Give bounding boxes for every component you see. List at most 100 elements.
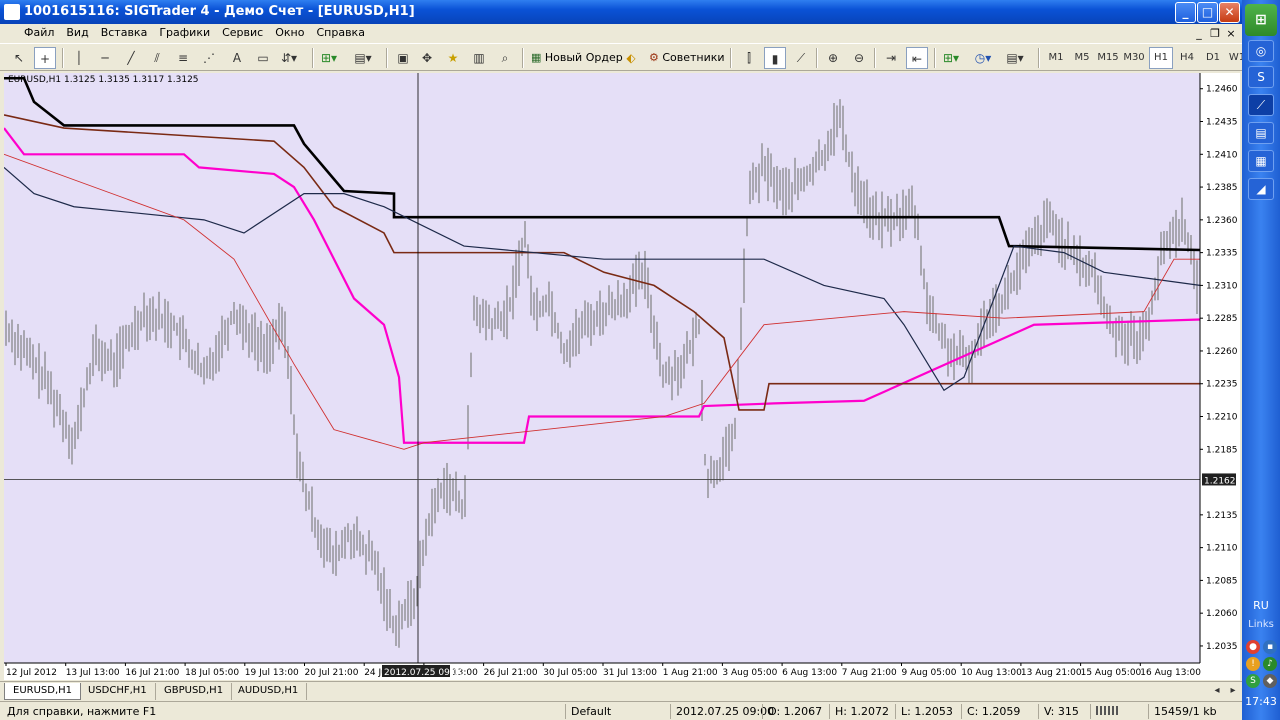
menu-bar: Файл Вид Вставка Графики Сервис Окно Справка _…	[0, 24, 1242, 43]
tab-gbpusd[interactable]: GBPUSD,H1	[156, 683, 233, 700]
x-tick-label: 15 Aug 05:00	[1081, 668, 1142, 678]
chart-tabs: EURUSD,H1 USDCHF,H1 GBPUSD,H1 AUDUSD,H1 …	[0, 681, 1242, 700]
tray-network-icon[interactable]: ▪	[1263, 640, 1277, 654]
mdi-restore-button[interactable]: ❐	[1208, 27, 1222, 40]
app-icon-2[interactable]: ▤	[1248, 122, 1274, 144]
fibonacci-icon[interactable]: ≡	[172, 47, 194, 69]
label-tool-icon[interactable]: ▭	[252, 47, 274, 69]
menu-window[interactable]: Окно	[269, 24, 310, 41]
app-icon-3[interactable]: ◢	[1248, 178, 1274, 200]
toolbar: ↖ + │ ─ ╱ ⫽ ≡ ⋰ A ▭ ⇵▾ ⊞▾ ▤▾ ▣ ✥ ★ ▥ ⌕ ▦…	[0, 43, 1245, 71]
status-low: L: 1.2053	[895, 704, 953, 719]
periods-icon[interactable]: ◷▾	[972, 47, 994, 69]
menu-help[interactable]: Справка	[310, 24, 370, 41]
links-toolbar[interactable]: Links	[1242, 619, 1280, 630]
x-tick-label: 1 Aug 21:00	[663, 668, 718, 678]
notes-icon[interactable]: ▦	[1248, 150, 1274, 172]
tray-skype-icon[interactable]: S	[1246, 674, 1260, 688]
crosshair-icon[interactable]: +	[34, 47, 56, 69]
x-tick-label: 10 Aug 13:00	[961, 668, 1022, 678]
chrome-icon[interactable]: ◎	[1248, 40, 1274, 62]
terminal-icon[interactable]: ▥	[468, 47, 490, 69]
status-high: H: 1.2072	[829, 704, 889, 719]
tf-m5[interactable]: M5	[1070, 47, 1094, 69]
equidistant-icon[interactable]: ⋰	[198, 47, 220, 69]
y-tick-label: 1.2060	[1206, 609, 1238, 619]
taskbar-clock[interactable]: 17:43	[1242, 695, 1280, 708]
connection-icon	[1090, 704, 1122, 719]
chart-header: EURUSD,H1 1.3125 1.3135 1.3117 1.3125	[8, 75, 199, 85]
tf-h4[interactable]: H4	[1175, 47, 1199, 69]
tf-m30[interactable]: M30	[1122, 47, 1146, 69]
new-order-button[interactable]: ▦ Новый Ордер	[528, 47, 626, 69]
profiles-icon[interactable]: ▤▾	[352, 47, 374, 69]
mdi-minimize-button[interactable]: _	[1192, 27, 1206, 40]
mdi-close-button[interactable]: ×	[1224, 27, 1238, 40]
indicators-icon[interactable]: ⊞▾	[940, 47, 962, 69]
y-tick-label: 1.2110	[1206, 544, 1238, 554]
cursor-icon[interactable]: ↖	[8, 47, 30, 69]
tf-m1[interactable]: M1	[1044, 47, 1068, 69]
x-tick-label: 7 Aug 21:00	[842, 668, 897, 678]
bar-chart-icon[interactable]: ⫿	[738, 47, 760, 69]
zoom-out-icon[interactable]: ⊖	[848, 47, 870, 69]
templates-icon[interactable]: ▤▾	[1004, 47, 1026, 69]
y-tick-label: 1.2085	[1206, 576, 1238, 586]
y-tick-label: 1.2435	[1206, 118, 1238, 128]
menu-file[interactable]: Файл	[0, 24, 60, 41]
candle-chart-icon[interactable]: ▮	[764, 47, 786, 69]
tab-scroll-right-icon[interactable]: ▸	[1222, 680, 1244, 702]
tray-update-icon[interactable]: !	[1246, 657, 1260, 671]
text-tool-icon[interactable]: A	[226, 47, 248, 69]
experts-button[interactable]: ⚙ Советники	[646, 47, 728, 69]
navigator-icon[interactable]: ✥	[416, 47, 438, 69]
arrows-icon[interactable]: ⇵▾	[278, 47, 300, 69]
minimize-button[interactable]: _	[1175, 2, 1196, 23]
x-tick-label: 9 Aug 05:00	[902, 668, 957, 678]
tf-h1[interactable]: H1	[1149, 47, 1173, 69]
auto-scroll-icon[interactable]: ⇥	[880, 47, 902, 69]
tab-audusd[interactable]: AUDUSD,H1	[230, 683, 308, 700]
strategy-tester-icon[interactable]: ⌕	[494, 47, 516, 69]
chart-shift-icon[interactable]: ⇤	[906, 47, 928, 69]
status-open: O: 1.2067	[762, 704, 822, 719]
experts-icon: ⚙	[649, 51, 663, 64]
crosshair-time-label: 2012.07.25 09:00	[384, 668, 465, 678]
windows-taskbar: ⊞ ◎ S ⟋ ▤ ▦ ◢ RU Links ● ▪ ! ♪ S ◆ 17:43	[1242, 0, 1280, 720]
new-chart-icon[interactable]: ⊞▾	[318, 47, 340, 69]
menu-insert[interactable]: Вставка	[95, 24, 154, 41]
menu-view[interactable]: Вид	[60, 24, 94, 41]
y-tick-label: 1.2335	[1206, 249, 1238, 259]
metatrader-icon[interactable]: ⟋	[1248, 94, 1274, 116]
language-indicator[interactable]: RU	[1242, 599, 1280, 612]
price-chart[interactable]: 1.2460 1.2435 1.2410 1.2385 1.2360 1.2335 1.23…	[4, 73, 1240, 680]
x-tick-label: 31 Jul 13:00	[603, 668, 657, 678]
tray-misc-icon[interactable]: ◆	[1263, 674, 1277, 688]
tab-eurusd[interactable]: EURUSD,H1	[4, 683, 82, 700]
line-chart-icon[interactable]: ⟋	[790, 47, 812, 69]
vertical-line-icon[interactable]: │	[68, 47, 90, 69]
menu-tools[interactable]: Сервис	[216, 24, 269, 41]
tray-antivirus-icon[interactable]: ●	[1246, 640, 1260, 654]
tab-usdchf[interactable]: USDCHF,H1	[80, 683, 156, 700]
horizontal-line-icon[interactable]: ─	[94, 47, 116, 69]
channel-icon[interactable]: ⫽	[146, 47, 168, 69]
tray-volume-icon[interactable]: ♪	[1263, 657, 1277, 671]
maximize-button[interactable]: □	[1197, 2, 1218, 23]
y-tick-label: 1.2460	[1206, 85, 1238, 95]
status-volume: V: 315	[1038, 704, 1079, 719]
tf-m15[interactable]: M15	[1096, 47, 1120, 69]
profile-name: Default	[565, 704, 611, 719]
autotrading-icon[interactable]: ⬖	[620, 47, 642, 69]
close-button[interactable]: ✕	[1219, 2, 1240, 23]
start-button[interactable]: ⊞	[1245, 4, 1277, 36]
trendline-icon[interactable]: ╱	[120, 47, 142, 69]
tf-d1[interactable]: D1	[1201, 47, 1225, 69]
zoom-in-icon[interactable]: ⊕	[822, 47, 844, 69]
market-watch-icon[interactable]: ▣	[392, 47, 414, 69]
skype-icon[interactable]: S	[1248, 66, 1274, 88]
chart-window[interactable]: 1.2460 1.2435 1.2410 1.2385 1.2360 1.2335 1.23…	[4, 73, 1240, 680]
current-price-label: 1.2162	[1204, 476, 1236, 486]
menu-charts[interactable]: Графики	[153, 24, 216, 41]
favorites-icon[interactable]: ★	[442, 47, 464, 69]
